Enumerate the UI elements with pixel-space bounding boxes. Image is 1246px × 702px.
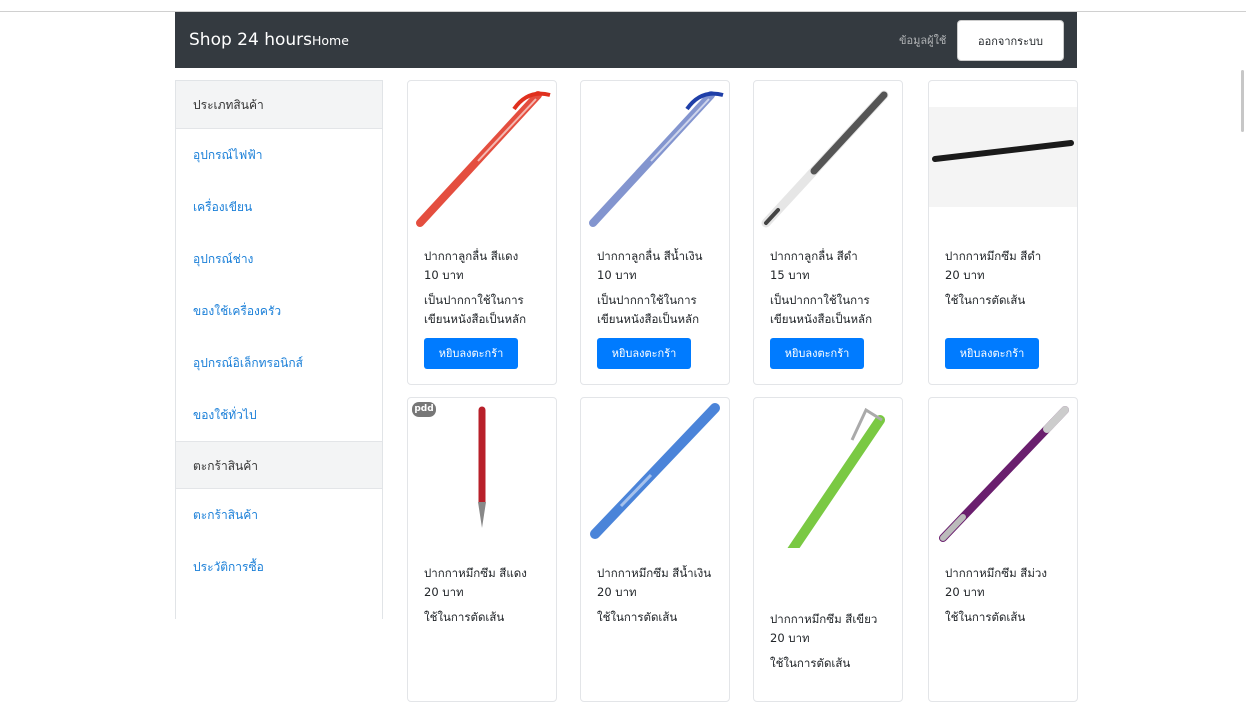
product-info: ปากกาหมึกซึม สีแดง 20 บาท ใช้ในการตัดเส้… — [424, 564, 550, 627]
product-name: ปากกาหมึกซึม สีม่วง — [945, 566, 1047, 580]
scrollbar[interactable] — [1241, 70, 1244, 132]
product-image[interactable] — [581, 398, 729, 548]
sidebar-item-stationery[interactable]: เครื่องเขียน — [176, 181, 382, 233]
product-description: ใช้ในการตัดเส้น — [945, 293, 1026, 307]
product-card: ปากกาหมึกซึม สีม่วง 20 บาท ใช้ในการตัดเส… — [928, 397, 1078, 702]
product-image[interactable] — [754, 81, 902, 231]
nav-user-info-link[interactable]: ข้อมูลผู้ใช้ — [899, 31, 946, 49]
product-price: 10 บาท — [424, 268, 464, 282]
product-card: ปากกาลูกลื่น สีดำ 15 บาท เป็นปากกาใช้ในก… — [753, 80, 903, 385]
brand-link[interactable]: Shop 24 hours — [189, 30, 312, 50]
product-image[interactable]: pdd — [408, 398, 556, 548]
logout-button[interactable]: ออกจากระบบ — [957, 20, 1064, 61]
product-description: เป็นปากกาใช้ในการเขียนหนังสือเป็นหลัก — [770, 293, 873, 326]
product-name: ปากกาหมึกซึม สีน้ำเงิน — [597, 566, 712, 580]
product-info: ปากกาลูกลื่น สีดำ 15 บาท เป็นปากกาใช้ในก… — [770, 247, 896, 329]
add-to-cart-button[interactable]: หยิบลงตะกร้า — [945, 338, 1039, 369]
pdd-logo: pdd — [412, 402, 436, 417]
product-price: 10 บาท — [597, 268, 637, 282]
pen-body — [590, 403, 720, 539]
add-to-cart-button[interactable]: หยิบลงตะกร้า — [597, 338, 691, 369]
product-name: ปากกาหมึกซึม สีแดง — [424, 566, 527, 580]
product-card: ปากกาลูกลื่น สีแดง 10 บาท เป็นปากกาใช้ใน… — [407, 80, 557, 385]
product-info: ปากกาหมึกซึม สีดำ 20 บาท ใช้ในการตัดเส้น — [945, 247, 1071, 310]
sidebar-item-general[interactable]: ของใช้ทั่วไป — [176, 389, 382, 441]
product-card: ปากกาหมึกซึม สีเขียว 20 บาท ใช้ในการตัดเ… — [753, 397, 903, 702]
product-name: ปากกาลูกลื่น สีน้ำเงิน — [597, 249, 703, 263]
sidebar: ประเภทสินค้า อุปกรณ์ไฟฟ้า เครื่องเขียน อ… — [175, 80, 383, 619]
sidebar-item-electronics[interactable]: อุปกรณ์อิเล็กทรอนิกส์ — [176, 337, 382, 389]
product-description: ใช้ในการตัดเส้น — [424, 610, 505, 624]
add-to-cart-button[interactable]: หยิบลงตะกร้า — [424, 338, 518, 369]
product-description: เป็นปากกาใช้ในการเขียนหนังสือเป็นหลัก — [597, 293, 700, 326]
product-name: ปากกาลูกลื่น สีแดง — [424, 249, 519, 263]
product-card: ปากกาลูกลื่น สีน้ำเงิน 10 บาท เป็นปากกาใ… — [580, 80, 730, 385]
product-image[interactable] — [754, 398, 902, 548]
product-description: เป็นปากกาใช้ในการเขียนหนังสือเป็นหลัก — [424, 293, 527, 326]
product-info: ปากกาลูกลื่น สีแดง 10 บาท เป็นปากกาใช้ใน… — [424, 247, 550, 329]
sidebar-item-purchase-history[interactable]: ประวัติการซื้อ — [176, 541, 382, 593]
sidebar-item-electrical[interactable]: อุปกรณ์ไฟฟ้า — [176, 129, 382, 181]
product-image[interactable] — [408, 81, 556, 231]
sidebar-cart-header: ตะกร้าสินค้า — [176, 441, 382, 489]
product-name: ปากกาหมึกซึม สีดำ — [945, 249, 1042, 263]
nav-home-link[interactable]: Home — [312, 33, 349, 48]
product-price: 20 บาท — [770, 631, 810, 645]
sidebar-category-header: ประเภทสินค้า — [176, 81, 382, 129]
product-info: ปากกาหมึกซึม สีม่วง 20 บาท ใช้ในการตัดเส… — [945, 564, 1071, 627]
product-image[interactable] — [929, 81, 1077, 231]
product-description: ใช้ในการตัดเส้น — [945, 610, 1026, 624]
sidebar-item-tools[interactable]: อุปกรณ์ช่าง — [176, 233, 382, 285]
sidebar-item-kitchenware[interactable]: ของใช้เครื่องครัว — [176, 285, 382, 337]
product-image[interactable] — [929, 398, 1077, 548]
product-name: ปากกาหมึกซึม สีเขียว — [770, 612, 878, 626]
pen-body — [810, 91, 888, 175]
product-info: ปากกาลูกลื่น สีน้ำเงิน 10 บาท เป็นปากกาใ… — [597, 247, 723, 329]
product-description: ใช้ในการตัดเส้น — [770, 656, 851, 670]
product-info: ปากกาหมึกซึม สีน้ำเงิน 20 บาท ใช้ในการตั… — [597, 564, 723, 627]
product-image[interactable] — [581, 81, 729, 231]
product-card: ปากกาหมึกซึม สีน้ำเงิน 20 บาท ใช้ในการตั… — [580, 397, 730, 702]
product-card: ปากกาหมึกซึม สีดำ 20 บาท ใช้ในการตัดเส้น… — [928, 80, 1078, 385]
product-price: 20 บาท — [945, 585, 985, 599]
navbar: Shop 24 hours Home ข้อมูลผู้ใช้ ออกจากระ… — [175, 12, 1077, 68]
product-description: ใช้ในการตัดเส้น — [597, 610, 678, 624]
product-price: 20 บาท — [597, 585, 637, 599]
product-price: 15 บาท — [770, 268, 810, 282]
product-info: ปากกาหมึกซึม สีเขียว 20 บาท ใช้ในการตัดเ… — [770, 610, 896, 673]
product-card: pdd ปากกาหมึกซึม สีแดง 20 บาท ใช้ในการตั… — [407, 397, 557, 702]
add-to-cart-button[interactable]: หยิบลงตะกร้า — [770, 338, 864, 369]
product-price: 20 บาท — [424, 585, 464, 599]
product-price: 20 บาท — [945, 268, 985, 282]
product-name: ปากกาลูกลื่น สีดำ — [770, 249, 858, 263]
pen-body — [787, 415, 885, 548]
sidebar-item-cart[interactable]: ตะกร้าสินค้า — [176, 489, 382, 541]
